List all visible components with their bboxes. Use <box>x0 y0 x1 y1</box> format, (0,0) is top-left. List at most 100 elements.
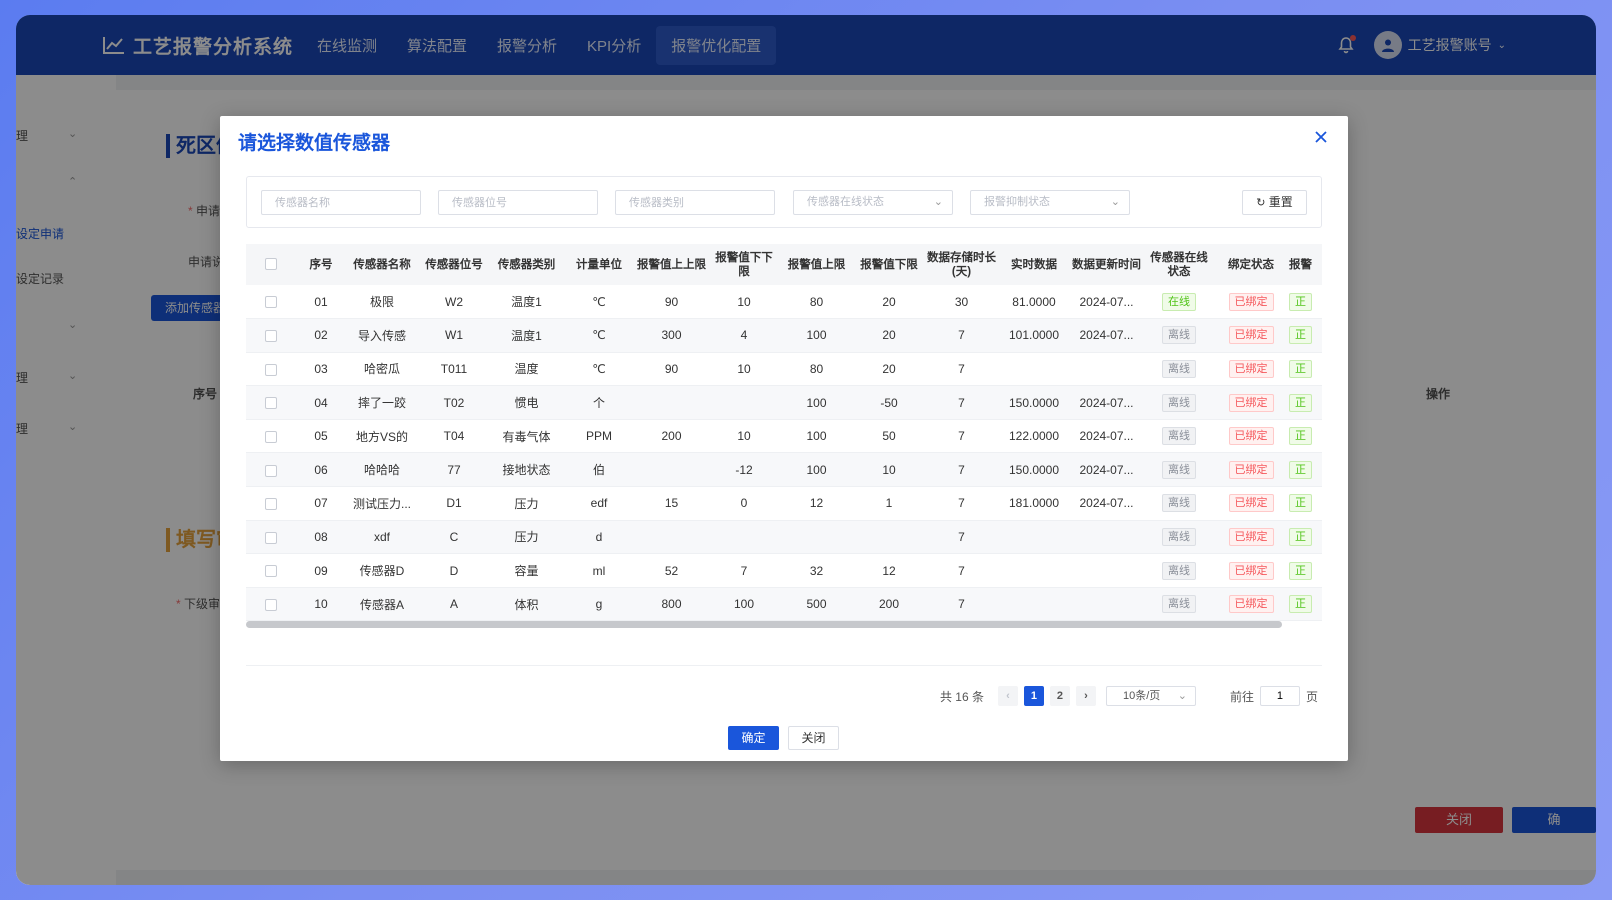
suppress-status-select[interactable]: 报警抑制状态 ⌄ <box>970 190 1130 215</box>
cell-rt: 81.0000 <box>998 285 1070 320</box>
online-status-badge: 离线 <box>1162 427 1196 446</box>
row-checkbox[interactable] <box>246 285 296 320</box>
col-unit: 计量单位 <box>563 244 635 285</box>
cell-idx: 09 <box>296 553 346 588</box>
row-checkbox[interactable] <box>246 553 296 588</box>
cell-tag: W2 <box>418 285 490 320</box>
table-row[interactable]: 01 极限 W2 温度1 ℃ 90 10 80 20 30 81.0000 2024-07... 在线 已… <box>246 285 1322 320</box>
row-checkbox[interactable] <box>246 385 296 420</box>
refresh-icon: ↻ <box>1256 197 1266 209</box>
page-size-select[interactable]: 10条/页 ⌄ <box>1105 686 1196 706</box>
cell-idx: 06 <box>296 452 346 488</box>
select-all-checkbox[interactable] <box>246 244 296 285</box>
row-checkbox[interactable] <box>246 452 296 488</box>
cell-l <box>853 520 925 555</box>
alarm-status-badge: 正 <box>1289 494 1312 513</box>
cell-idx: 07 <box>296 486 346 521</box>
cell-bind: 已绑定 <box>1215 587 1287 622</box>
row-checkbox[interactable] <box>246 419 296 454</box>
table-row[interactable]: 02 导入传感 W1 温度1 ℃ 300 4 100 20 7 101.0000 2024-07...… <box>246 318 1322 353</box>
cell-days: 7 <box>925 520 998 555</box>
alarm-status-badge: 正 <box>1289 359 1312 378</box>
cell-tag: A <box>418 587 490 622</box>
bind-status-badge: 已绑定 <box>1228 393 1274 412</box>
table-row[interactable]: 09 传感器D D 容量 ml 52 7 32 12 7 离线 已绑定正 <box>246 553 1322 588</box>
row-checkbox[interactable] <box>246 587 296 622</box>
cell-bind: 已绑定 <box>1215 553 1287 588</box>
cell-name: 哈哈哈 <box>346 452 418 488</box>
cell-time <box>1070 553 1143 588</box>
cell-ll <box>708 520 780 555</box>
table-row[interactable]: 08 xdf C 压力 d 7 离线 已绑定正 <box>246 520 1322 555</box>
cell-hh <box>635 385 708 420</box>
cell-hh: 52 <box>635 553 708 588</box>
online-status-badge: 离线 <box>1162 326 1196 345</box>
app-window: 工艺报警分析系统 在线监测 算法配置 报警分析 KPI分析 报警优化配置 工艺报… <box>16 15 1596 885</box>
cell-h: 100 <box>780 452 853 488</box>
chevron-down-icon: ⌄ <box>1110 196 1120 208</box>
bind-status-badge: 已绑定 <box>1228 561 1274 580</box>
online-status-badge: 离线 <box>1162 527 1196 546</box>
cell-unit: ℃ <box>563 318 635 353</box>
cell-bind: 已绑定 <box>1215 285 1287 320</box>
cell-type: 惯电 <box>490 385 563 420</box>
row-checkbox[interactable] <box>246 318 296 353</box>
cell-hh: 90 <box>635 352 708 387</box>
cell-hh: 800 <box>635 587 708 622</box>
table-row[interactable]: 06 哈哈哈 77 接地状态伯 -12 100 10 7 150.0000 2024-07... 离… <box>246 452 1322 488</box>
table-row[interactable]: 05 地方VS的 T04 有毒气体 PPM 200 10 100 50 7 122.0000 2024… <box>246 419 1322 454</box>
prev-page-button[interactable]: ‹ <box>997 686 1018 706</box>
cell-h: 100 <box>780 385 853 420</box>
cell-h: 12 <box>780 486 853 521</box>
table-row[interactable]: 07 测试压力... D1 压力 edf 15 0 12 1 7 181.0000 2024-07..… <box>246 486 1322 521</box>
cell-idx: 03 <box>296 352 346 387</box>
cell-rt: 150.0000 <box>998 452 1070 488</box>
cell-tag: D1 <box>418 486 490 521</box>
cancel-button[interactable]: 关闭 <box>788 726 839 750</box>
cell-online: 在线 <box>1143 285 1215 320</box>
cell-days: 7 <box>925 385 998 420</box>
sensor-tag-input[interactable] <box>438 190 598 215</box>
bind-status-badge: 已绑定 <box>1228 595 1274 614</box>
cell-name: 哈密瓜 <box>346 352 418 387</box>
cell-ll: 7 <box>708 553 780 588</box>
sensor-table: 序号 传感器名称 传感器位号 传感器类别 计量单位 报警值上上限 报警值下下限 … <box>246 244 1322 622</box>
reset-button[interactable]: ↻ 重置 <box>1242 190 1307 215</box>
online-status-placeholder: 传感器在线状态 <box>807 196 884 208</box>
col-online: 传感器在线状态 <box>1143 244 1215 285</box>
select-sensor-dialog: 请选择数值传感器 传感器在线状态 ⌄ 报警抑制状态 ⌄ ↻ 重置 <box>220 116 1348 761</box>
col-h: 报警值上限 <box>780 244 853 285</box>
col-index: 序号 <box>296 244 346 285</box>
cell-online: 离线 <box>1143 318 1215 353</box>
alarm-status-badge: 正 <box>1289 292 1312 311</box>
cell-h: 80 <box>780 285 853 320</box>
cell-tag: T011 <box>418 352 490 387</box>
close-icon[interactable] <box>1312 128 1330 146</box>
horizontal-scrollbar[interactable] <box>246 621 1282 628</box>
cell-bind: 已绑定 <box>1215 452 1287 488</box>
confirm-button[interactable]: 确定 <box>728 726 779 750</box>
next-page-button[interactable]: › <box>1075 686 1096 706</box>
cell-unit: 伯 <box>563 452 635 488</box>
table-row[interactable]: 04 摔了一跤 T02 惯电个 100 -50 7 150.0000 2024-07... 离线 已… <box>246 385 1322 420</box>
row-checkbox[interactable] <box>246 352 296 387</box>
sensor-name-input[interactable] <box>261 190 421 215</box>
table-row[interactable]: 10 传感器A A 体积 g 800 100 500 200 7 离线 已绑定正 <box>246 587 1322 622</box>
cell-unit: ℃ <box>563 352 635 387</box>
row-checkbox[interactable] <box>246 520 296 555</box>
col-name: 传感器名称 <box>346 244 418 285</box>
cell-type: 压力 <box>490 520 563 555</box>
cell-name: 导入传感 <box>346 318 418 353</box>
goto-page-input[interactable] <box>1259 686 1300 706</box>
table-row[interactable]: 03 哈密瓜 T011 温度 ℃ 90 10 80 20 7 离线 已绑定正 <box>246 352 1322 387</box>
page-1-button[interactable]: 1 <box>1023 686 1044 706</box>
page-2-button[interactable]: 2 <box>1049 686 1070 706</box>
online-status-select[interactable]: 传感器在线状态 ⌄ <box>793 190 953 215</box>
cell-tag: T04 <box>418 419 490 454</box>
cell-h <box>780 520 853 555</box>
cell-alarm: 正 <box>1287 419 1322 454</box>
cell-rt <box>998 553 1070 588</box>
row-checkbox[interactable] <box>246 486 296 521</box>
sensor-type-input[interactable] <box>615 190 775 215</box>
page-suffix: 页 <box>1305 689 1318 704</box>
